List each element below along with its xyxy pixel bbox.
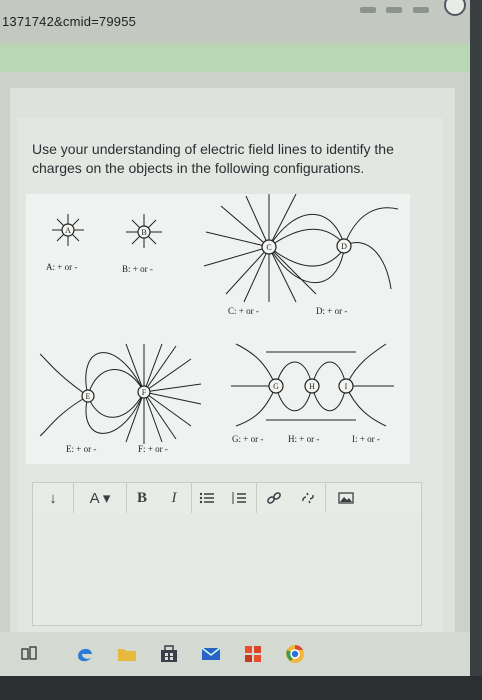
- link-icon[interactable]: [257, 483, 291, 513]
- mail-icon[interactable]: [200, 643, 222, 665]
- monitor-bezel: [470, 0, 482, 700]
- answer-editor[interactable]: [32, 513, 422, 626]
- charge-g-letter: G: [273, 382, 279, 391]
- label-f: F: + or -: [138, 444, 168, 454]
- label-b: B: + or -: [122, 264, 153, 274]
- label-e: E: + or -: [66, 444, 96, 454]
- charge-c-letter: C: [266, 243, 271, 252]
- screen: 1371742&cmid=79955 Use your understandin…: [0, 0, 470, 700]
- numbered-list-icon[interactable]: [222, 483, 257, 513]
- label-a: A: + or -: [46, 262, 77, 272]
- page-header-strip: [0, 44, 470, 72]
- charge-h-letter: H: [309, 382, 315, 391]
- charges-ef-field: [39, 343, 202, 444]
- charges-cd-field: [203, 192, 399, 303]
- info-icon[interactable]: [444, 0, 466, 16]
- editor-toolbar: ↓ A ▾ B I: [32, 482, 422, 514]
- label-g: G: + or -: [232, 434, 263, 444]
- charge-f-letter: F: [142, 388, 147, 397]
- unlink-icon[interactable]: [291, 483, 326, 513]
- bold-button[interactable]: B: [127, 483, 157, 513]
- font-color-icon[interactable]: A ▾: [74, 483, 127, 513]
- charge-a-letter: A: [65, 226, 71, 235]
- toolbar-icon[interactable]: [412, 7, 429, 13]
- field-lines-diagram: A B C D E F G H I A: + or - B: + or - C:…: [39, 192, 399, 454]
- store-icon[interactable]: [158, 643, 180, 665]
- url-text: 1371742&cmid=79955: [2, 14, 137, 29]
- question-text: Use your understanding of electric field…: [32, 141, 394, 176]
- chrome-icon[interactable]: [284, 643, 306, 665]
- toolbar-icon[interactable]: [386, 7, 403, 13]
- field-lines-figure: A B C D E F G H I A: + or - B: + or - C:…: [26, 192, 410, 464]
- image-icon[interactable]: [326, 483, 366, 513]
- bullet-list-icon[interactable]: [192, 483, 222, 513]
- italic-button[interactable]: I: [157, 483, 192, 513]
- edge-icon[interactable]: [74, 643, 96, 665]
- charge-b-letter: B: [141, 228, 146, 237]
- label-h: H: + or -: [288, 434, 319, 444]
- label-i: I: + or -: [352, 434, 380, 444]
- folder-icon[interactable]: [116, 643, 138, 665]
- paragraph-icon[interactable]: ↓: [33, 483, 74, 513]
- charge-i-letter: I: [345, 382, 348, 391]
- label-c: C: + or -: [228, 306, 259, 316]
- charge-e-letter: E: [86, 392, 91, 401]
- monitor-bottom-bezel: [0, 676, 482, 700]
- taskbar: [0, 632, 470, 676]
- office-icon[interactable]: [242, 643, 264, 665]
- task-view-icon[interactable]: [18, 643, 40, 665]
- label-d: D: + or -: [316, 306, 347, 316]
- toolbar-icon[interactable]: [360, 7, 376, 13]
- charge-d-letter: D: [341, 242, 347, 251]
- address-bar[interactable]: 1371742&cmid=79955: [0, 0, 470, 45]
